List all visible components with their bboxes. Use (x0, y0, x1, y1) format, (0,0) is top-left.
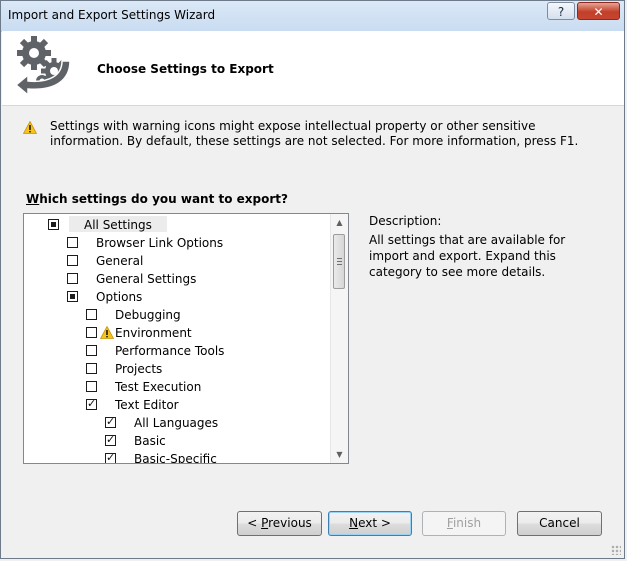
finish-label: inish (452, 516, 482, 530)
tree-item[interactable]: Basic (24, 433, 324, 449)
previous-button[interactable]: < Previous (237, 511, 322, 536)
tree-item-label: Browser Link Options (96, 236, 224, 250)
title-bar[interactable]: Import and Export Settings Wizard ? ✕ (1, 1, 624, 32)
tree-item-checkbox[interactable] (86, 363, 97, 374)
close-button[interactable]: ✕ (577, 2, 620, 20)
tree-item[interactable]: Environment (24, 325, 324, 341)
gears-import-export-icon (14, 36, 71, 97)
tree-item[interactable]: General Settings (24, 271, 324, 287)
warning-icon (100, 326, 114, 339)
finish-button: Finish (422, 511, 506, 536)
tree-item-checkbox[interactable] (48, 219, 59, 230)
tree-item-checkbox[interactable] (67, 291, 78, 302)
tree-item-checkbox[interactable] (86, 381, 97, 392)
tree-item-label: Basic (134, 434, 166, 448)
tree-item-checkbox[interactable] (67, 255, 78, 266)
tree-item-label: Options (96, 290, 143, 304)
tree-item-checkbox[interactable] (67, 273, 78, 284)
tree-item-label: General Settings (96, 272, 197, 286)
warning-icon (23, 121, 37, 134)
tree-item[interactable]: Projects (24, 361, 324, 377)
next-button[interactable]: Next > (328, 511, 412, 536)
tree-item-checkbox[interactable] (86, 309, 97, 320)
tree-item[interactable]: All Settings (24, 217, 324, 233)
tree-item[interactable]: Test Execution (24, 379, 324, 395)
tree-item-checkbox[interactable] (105, 415, 116, 429)
tree-item[interactable]: Text Editor (24, 397, 324, 413)
next-accesskey: N (349, 516, 359, 530)
question-accesskey: W (26, 192, 40, 206)
resize-grip-icon[interactable] (611, 545, 621, 555)
tree-item-checkbox[interactable] (67, 237, 78, 248)
scroll-down-arrow-icon[interactable]: ▼ (331, 446, 348, 463)
next-label: ext > (358, 516, 391, 530)
description-label: Description: (369, 214, 442, 228)
tree-item-label: All Languages (134, 416, 219, 430)
tree-item[interactable]: Browser Link Options (24, 235, 324, 251)
settings-tree[interactable]: All Settings Browser Link Options General G… (23, 213, 349, 464)
question-text: hich settings do you want to export? (39, 192, 288, 206)
warning-text: Settings with warning icons might expose… (50, 119, 579, 148)
page-title: Choose Settings to Export (97, 62, 274, 76)
tree-item-label: Projects (115, 362, 163, 376)
scroll-up-arrow-icon[interactable]: ▲ (331, 214, 348, 231)
scroll-thumb[interactable] (333, 234, 345, 289)
window-title: Import and Export Settings Wizard (8, 8, 216, 22)
tree-item-label: All Settings (84, 218, 152, 232)
tree-item-label: Environment (115, 326, 192, 340)
description-text: All settings that are available for impo… (369, 233, 566, 279)
tree-item[interactable]: Basic-Specific (24, 451, 324, 464)
tree-item-checkbox[interactable] (86, 327, 97, 338)
tree-item[interactable]: Debugging (24, 307, 324, 323)
tree-item-label: General (96, 254, 144, 268)
previous-prefix: < (247, 516, 262, 530)
tree-item-checkbox[interactable] (86, 397, 97, 411)
tree-item-label: Test Execution (115, 380, 202, 394)
tree-item-label: Debugging (115, 308, 181, 322)
wizard-window: Import and Export Settings Wizard ? ✕ Ch… (0, 0, 625, 559)
tree-item-label: Basic-Specific (134, 452, 217, 464)
help-button[interactable]: ? (547, 2, 575, 20)
tree-item[interactable]: Options (24, 289, 324, 305)
tree-item[interactable]: All Languages (24, 415, 324, 431)
tree-item[interactable]: Performance Tools (24, 343, 324, 359)
tree-item-checkbox[interactable] (86, 345, 97, 356)
wizard-header: Choose Settings to Export (2, 31, 624, 106)
cancel-button[interactable]: Cancel (517, 511, 602, 536)
tree-item-label: Text Editor (115, 398, 179, 412)
previous-label: revious (268, 516, 312, 530)
tree-item-checkbox[interactable] (105, 433, 116, 447)
tree-item[interactable]: General (24, 253, 324, 269)
tree-item-checkbox[interactable] (105, 451, 116, 463)
tree-vertical-scrollbar[interactable]: ▲ ▼ (330, 214, 348, 463)
settings-question-label: Which settings do you want to export? (26, 192, 288, 206)
tree-item-label: Performance Tools (115, 344, 225, 358)
